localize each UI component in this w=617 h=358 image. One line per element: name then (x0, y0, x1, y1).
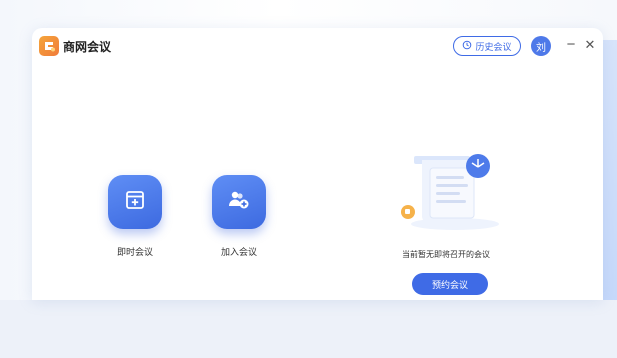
user-avatar[interactable]: 刘 (531, 36, 551, 56)
join-meeting-label: 加入会议 (220, 247, 257, 257)
no-upcoming-meetings-text: 当前暂无即将召开的会议 (402, 250, 490, 259)
meeting-app-window: 商网会议 历史会议 刘 − ✕ 即时会议 加入会议 当前暂无即将召开的会议 预约… (32, 28, 603, 300)
desktop-backdrop-edge (603, 40, 617, 300)
schedule-meeting-button[interactable]: 预约会议 (412, 273, 488, 295)
empty-schedule-illustration-icon (400, 146, 504, 246)
instant-meeting-label: 即时会议 (116, 247, 153, 257)
app-logo-icon (39, 36, 59, 56)
history-meetings-button[interactable]: 历史会议 (453, 36, 521, 56)
instant-meeting-icon (124, 189, 146, 216)
close-button[interactable]: ✕ (582, 35, 598, 55)
clock-history-icon (462, 40, 472, 52)
instant-meeting-button[interactable] (108, 175, 162, 229)
join-meeting-action[interactable]: 加入会议 (204, 175, 274, 258)
history-meetings-label: 历史会议 (475, 41, 512, 52)
desktop-backdrop-bottom (0, 300, 617, 358)
join-meeting-icon (227, 189, 251, 216)
join-meeting-button[interactable] (212, 175, 266, 229)
app-title: 商网会议 (63, 40, 112, 54)
instant-meeting-action[interactable]: 即时会议 (100, 175, 170, 258)
minimize-button[interactable]: − (563, 35, 579, 55)
title-bar: 商网会议 历史会议 刘 − ✕ (32, 28, 603, 64)
